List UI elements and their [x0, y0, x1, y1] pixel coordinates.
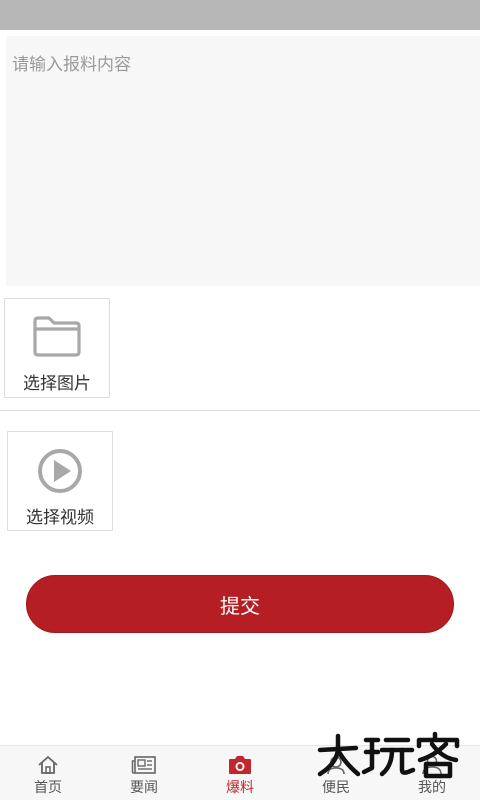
tab-home-label: 首页 — [34, 780, 62, 796]
home-icon — [37, 755, 59, 779]
select-image-label: 选择图片 — [23, 374, 91, 394]
tab-mine[interactable]: 我的 — [384, 746, 480, 800]
service-icon — [325, 755, 347, 779]
camera-icon — [227, 755, 253, 779]
tab-mine-label: 我的 — [418, 780, 446, 796]
user-icon — [421, 755, 443, 779]
select-image-button[interactable]: 选择图片 — [4, 298, 110, 398]
folder-icon — [31, 315, 83, 361]
tab-news-label: 要闻 — [130, 780, 158, 796]
status-bar — [0, 0, 480, 30]
tab-report-label: 爆料 — [226, 780, 254, 796]
bottom-tab-bar: 首页 要闻 爆料 便民 我的 — [0, 745, 480, 800]
select-video-label: 选择视频 — [26, 508, 94, 528]
tab-home[interactable]: 首页 — [0, 746, 96, 800]
section-divider — [0, 410, 480, 411]
tab-report[interactable]: 爆料 — [192, 746, 288, 800]
play-circle-icon — [36, 447, 84, 499]
report-content-input[interactable] — [6, 36, 480, 286]
tab-service-label: 便民 — [322, 780, 350, 796]
tab-service[interactable]: 便民 — [288, 746, 384, 800]
submit-button[interactable]: 提交 — [26, 575, 454, 633]
select-video-button[interactable]: 选择视频 — [7, 431, 113, 531]
tab-news[interactable]: 要闻 — [96, 746, 192, 800]
newspaper-icon — [131, 755, 157, 779]
